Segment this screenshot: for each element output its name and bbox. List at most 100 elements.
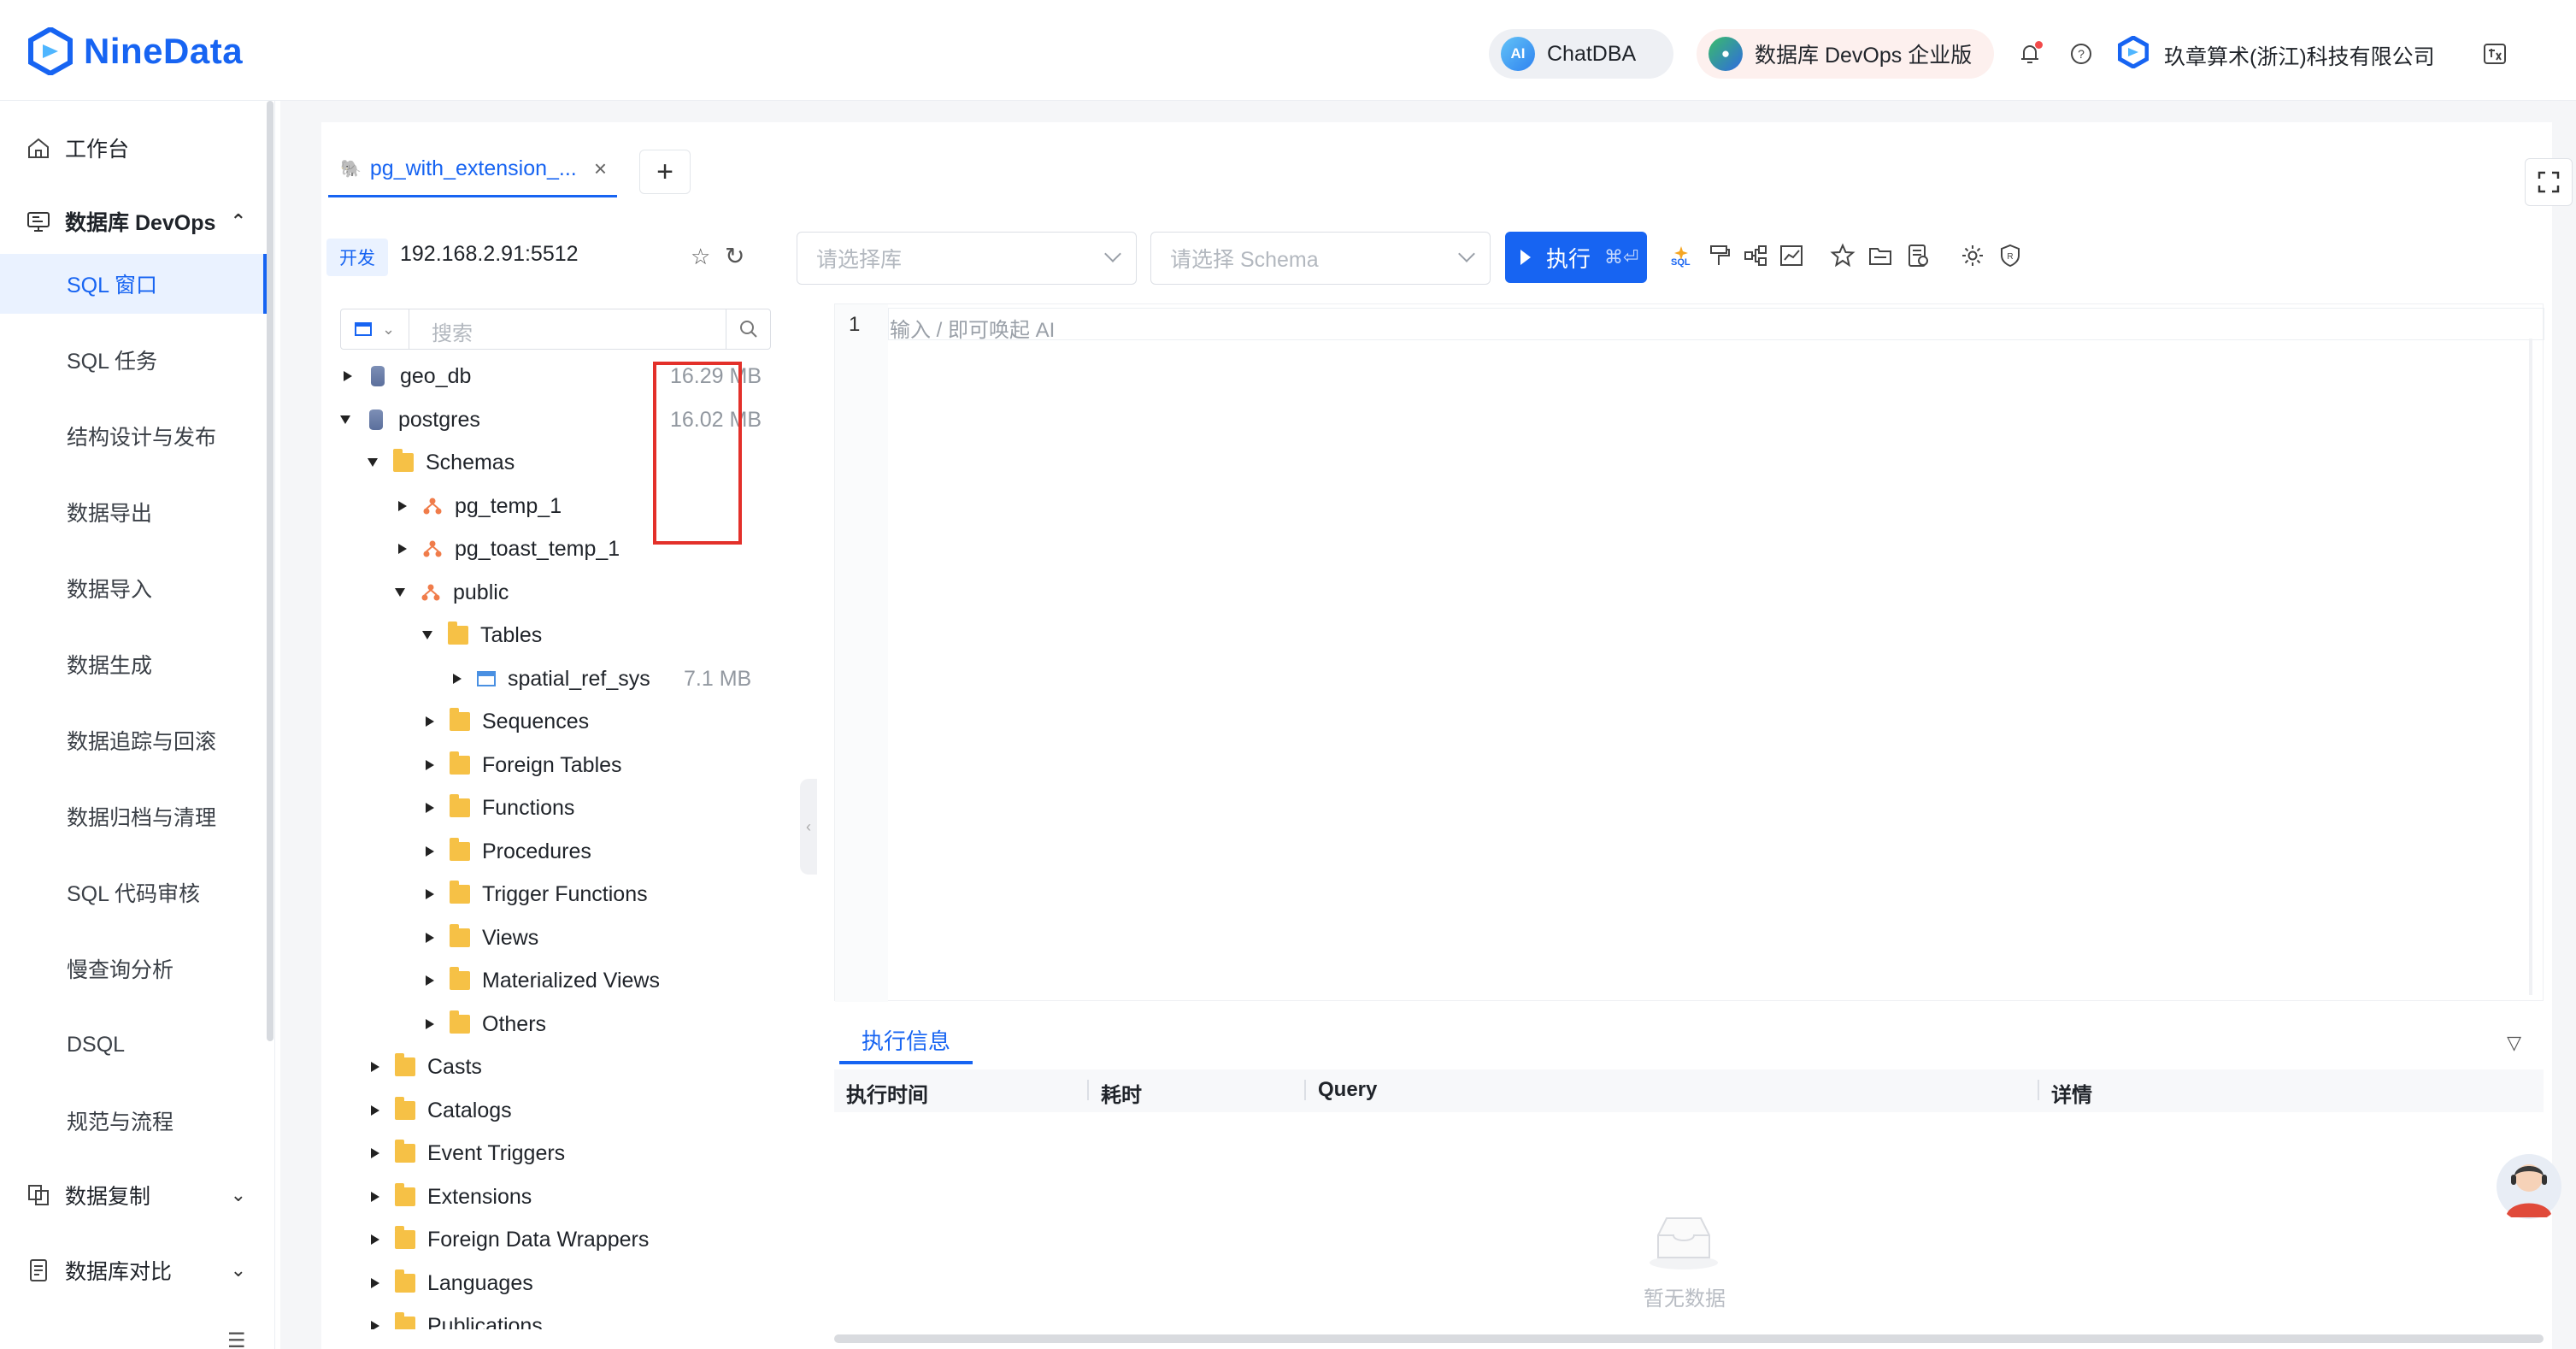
sidebar-item-data-generation[interactable]: 数据生成 [0,634,267,694]
sidebar-item-data-import[interactable]: 数据导入 [0,558,267,618]
caret-right-icon [426,933,434,943]
folder-icon [450,1010,470,1034]
sidebar-item-sql-task[interactable]: SQL 任务 [0,330,267,390]
tree-node-spatial-ref-sys[interactable]: spatial_ref_sys 7.1 MB [321,657,800,700]
tree-node-sequences[interactable]: Sequences [321,700,800,743]
sidebar-group-replication[interactable]: 数据复制 ⌄ [0,1165,267,1225]
paint-icon[interactable] [1704,240,1735,271]
diagram-icon[interactable] [1740,240,1771,271]
sidebar-item-standards[interactable]: 规范与流程 [0,1091,267,1151]
main-area: 🐘 pg_with_extension_... × + 开发 192.168.2… [280,101,2576,1349]
help-icon[interactable]: ? [2067,39,2096,68]
tree-node-public[interactable]: public [321,571,800,614]
tree-node-catalogs[interactable]: Catalogs [321,1089,800,1132]
tree-node-foreign-data-wrappers[interactable]: Foreign Data Wrappers [321,1218,800,1261]
sidebar-group-devops[interactable]: 数据库 DevOps ⌃ [0,191,267,251]
tree-node-foreign-tables[interactable]: Foreign Tables [321,744,800,786]
sql-format-icon[interactable]: SQL [1667,240,1697,271]
schema-select[interactable]: 请选择 Schema [1150,232,1491,285]
ai-icon: AI [1501,37,1535,71]
settings-icon[interactable] [1957,240,1988,271]
run-hotkey: ⌘⏎ [1604,246,1639,268]
tree-node-publications[interactable]: Publications [321,1305,800,1329]
search-icon[interactable] [726,309,770,349]
results-panel: 执行信息 ▽ 执行时间 耗时 Query 详情 暂无数据 [834,1011,2544,1345]
tree-node-casts[interactable]: Casts [321,1046,800,1088]
caret-right-icon [426,760,434,770]
tab-pg-with-extension[interactable]: 🐘 pg_with_extension_... × [328,143,617,197]
close-icon[interactable]: × [594,156,607,182]
run-button[interactable]: 执行 ⌘⏎ [1505,232,1647,283]
tree-node-extensions[interactable]: Extensions [321,1175,800,1218]
panel-splitter-handle[interactable]: ‹ [800,779,817,875]
sidebar-item-schema-design[interactable]: 结构设计与发布 [0,406,267,466]
chevron-down-icon [1104,245,1121,262]
sidebar-item-data-archive[interactable]: 数据归档与清理 [0,786,267,846]
sidebar-item-slow-query[interactable]: 慢查询分析 [0,939,267,998]
tree-node-label: Schemas [426,450,515,474]
sidebar-item-data-export[interactable]: 数据导出 [0,482,267,542]
sidebar-item-data-tracking[interactable]: 数据追踪与回滚 [0,710,267,770]
folder-icon[interactable] [1865,240,1896,271]
fullscreen-button[interactable] [2525,158,2573,206]
caret-right-icon [426,975,434,986]
star-icon[interactable]: ☆ [691,244,710,270]
translate-icon[interactable] [2480,39,2509,68]
tab-execution-info[interactable]: 执行信息 [839,1018,973,1064]
line-number: 1 [849,313,861,336]
folder-icon [395,1183,415,1206]
add-tab-button[interactable]: + [639,150,691,194]
tree-node-tables[interactable]: Tables [321,614,800,657]
shield-icon[interactable]: R [1995,240,2026,271]
tree-node-views[interactable]: Views [321,916,800,959]
favorite-icon[interactable] [1827,240,1858,271]
assistant-avatar-icon[interactable] [2496,1151,2562,1222]
collapse-sidebar-icon[interactable]: ☰ [227,1328,246,1349]
chatdba-button[interactable]: AI ChatDBA [1489,29,1673,79]
editor-scrollbar[interactable] [2529,339,2532,995]
chatdba-label: ChatDBA [1547,41,1637,66]
caret-right-icon [371,1105,379,1116]
refresh-icon[interactable]: ↻ [725,242,744,270]
object-filter-dropdown[interactable]: ⌄ [341,309,409,349]
tree-node-others[interactable]: Others [321,1003,800,1046]
tree-node-trigger-functions[interactable]: Trigger Functions [321,873,800,916]
history-icon[interactable] [1903,240,1933,271]
sidebar-group-compare[interactable]: 数据库对比 ⌄ [0,1240,267,1300]
tree-node-procedures[interactable]: Procedures [321,830,800,873]
compare-icon [30,1259,47,1281]
results-scrollbar[interactable] [834,1334,2544,1343]
tree-node-materialized-views[interactable]: Materialized Views [321,959,800,1002]
tree-node-label: pg_temp_1 [455,493,562,518]
folder-icon [395,1140,415,1163]
tree-search-input[interactable]: 搜索 [432,316,473,346]
collapse-results-icon[interactable]: ▽ [2507,1032,2521,1054]
brand-name: NineData [84,31,244,71]
sidebar-item-sql-window[interactable]: SQL 窗口 [0,254,267,314]
tree-node-label: Casts [427,1054,482,1079]
database-select[interactable]: 请选择库 [797,232,1137,285]
sql-editor[interactable]: 1 输入 / 即可唤起 AI [834,303,2544,1002]
fullscreen-icon [2538,171,2560,193]
edition-badge[interactable]: ● 数据库 DevOps 企业版 [1697,29,1994,79]
tree-node-event-triggers[interactable]: Event Triggers [321,1132,800,1175]
database-icon [371,366,385,386]
caret-right-icon [371,1192,379,1202]
empty-inbox-icon [1650,1217,1718,1269]
sidebar-item-sql-review[interactable]: SQL 代码审核 [0,863,267,922]
caret-right-icon [426,889,434,899]
column-divider [1304,1080,1306,1100]
sidebar-scrollbar[interactable] [267,101,273,1041]
tree-node-functions[interactable]: Functions [321,786,800,829]
tree-node-languages[interactable]: Languages [321,1262,800,1305]
tab-label: pg_with_extension_... [369,156,577,180]
logo[interactable]: NineData [27,26,243,77]
bell-icon[interactable] [2015,39,2044,68]
sidebar-item-dsql[interactable]: DSQL [0,1015,267,1075]
notification-dot [2035,41,2043,49]
chart-icon[interactable] [1776,240,1807,271]
org-name[interactable]: 玖章算术(浙江)科技有限公司 [2164,40,2435,71]
sidebar-group-label: 数据库 DevOps [65,211,216,235]
caret-right-icon [371,1321,379,1329]
sidebar-item-workbench[interactable]: 工作台 [0,118,267,178]
